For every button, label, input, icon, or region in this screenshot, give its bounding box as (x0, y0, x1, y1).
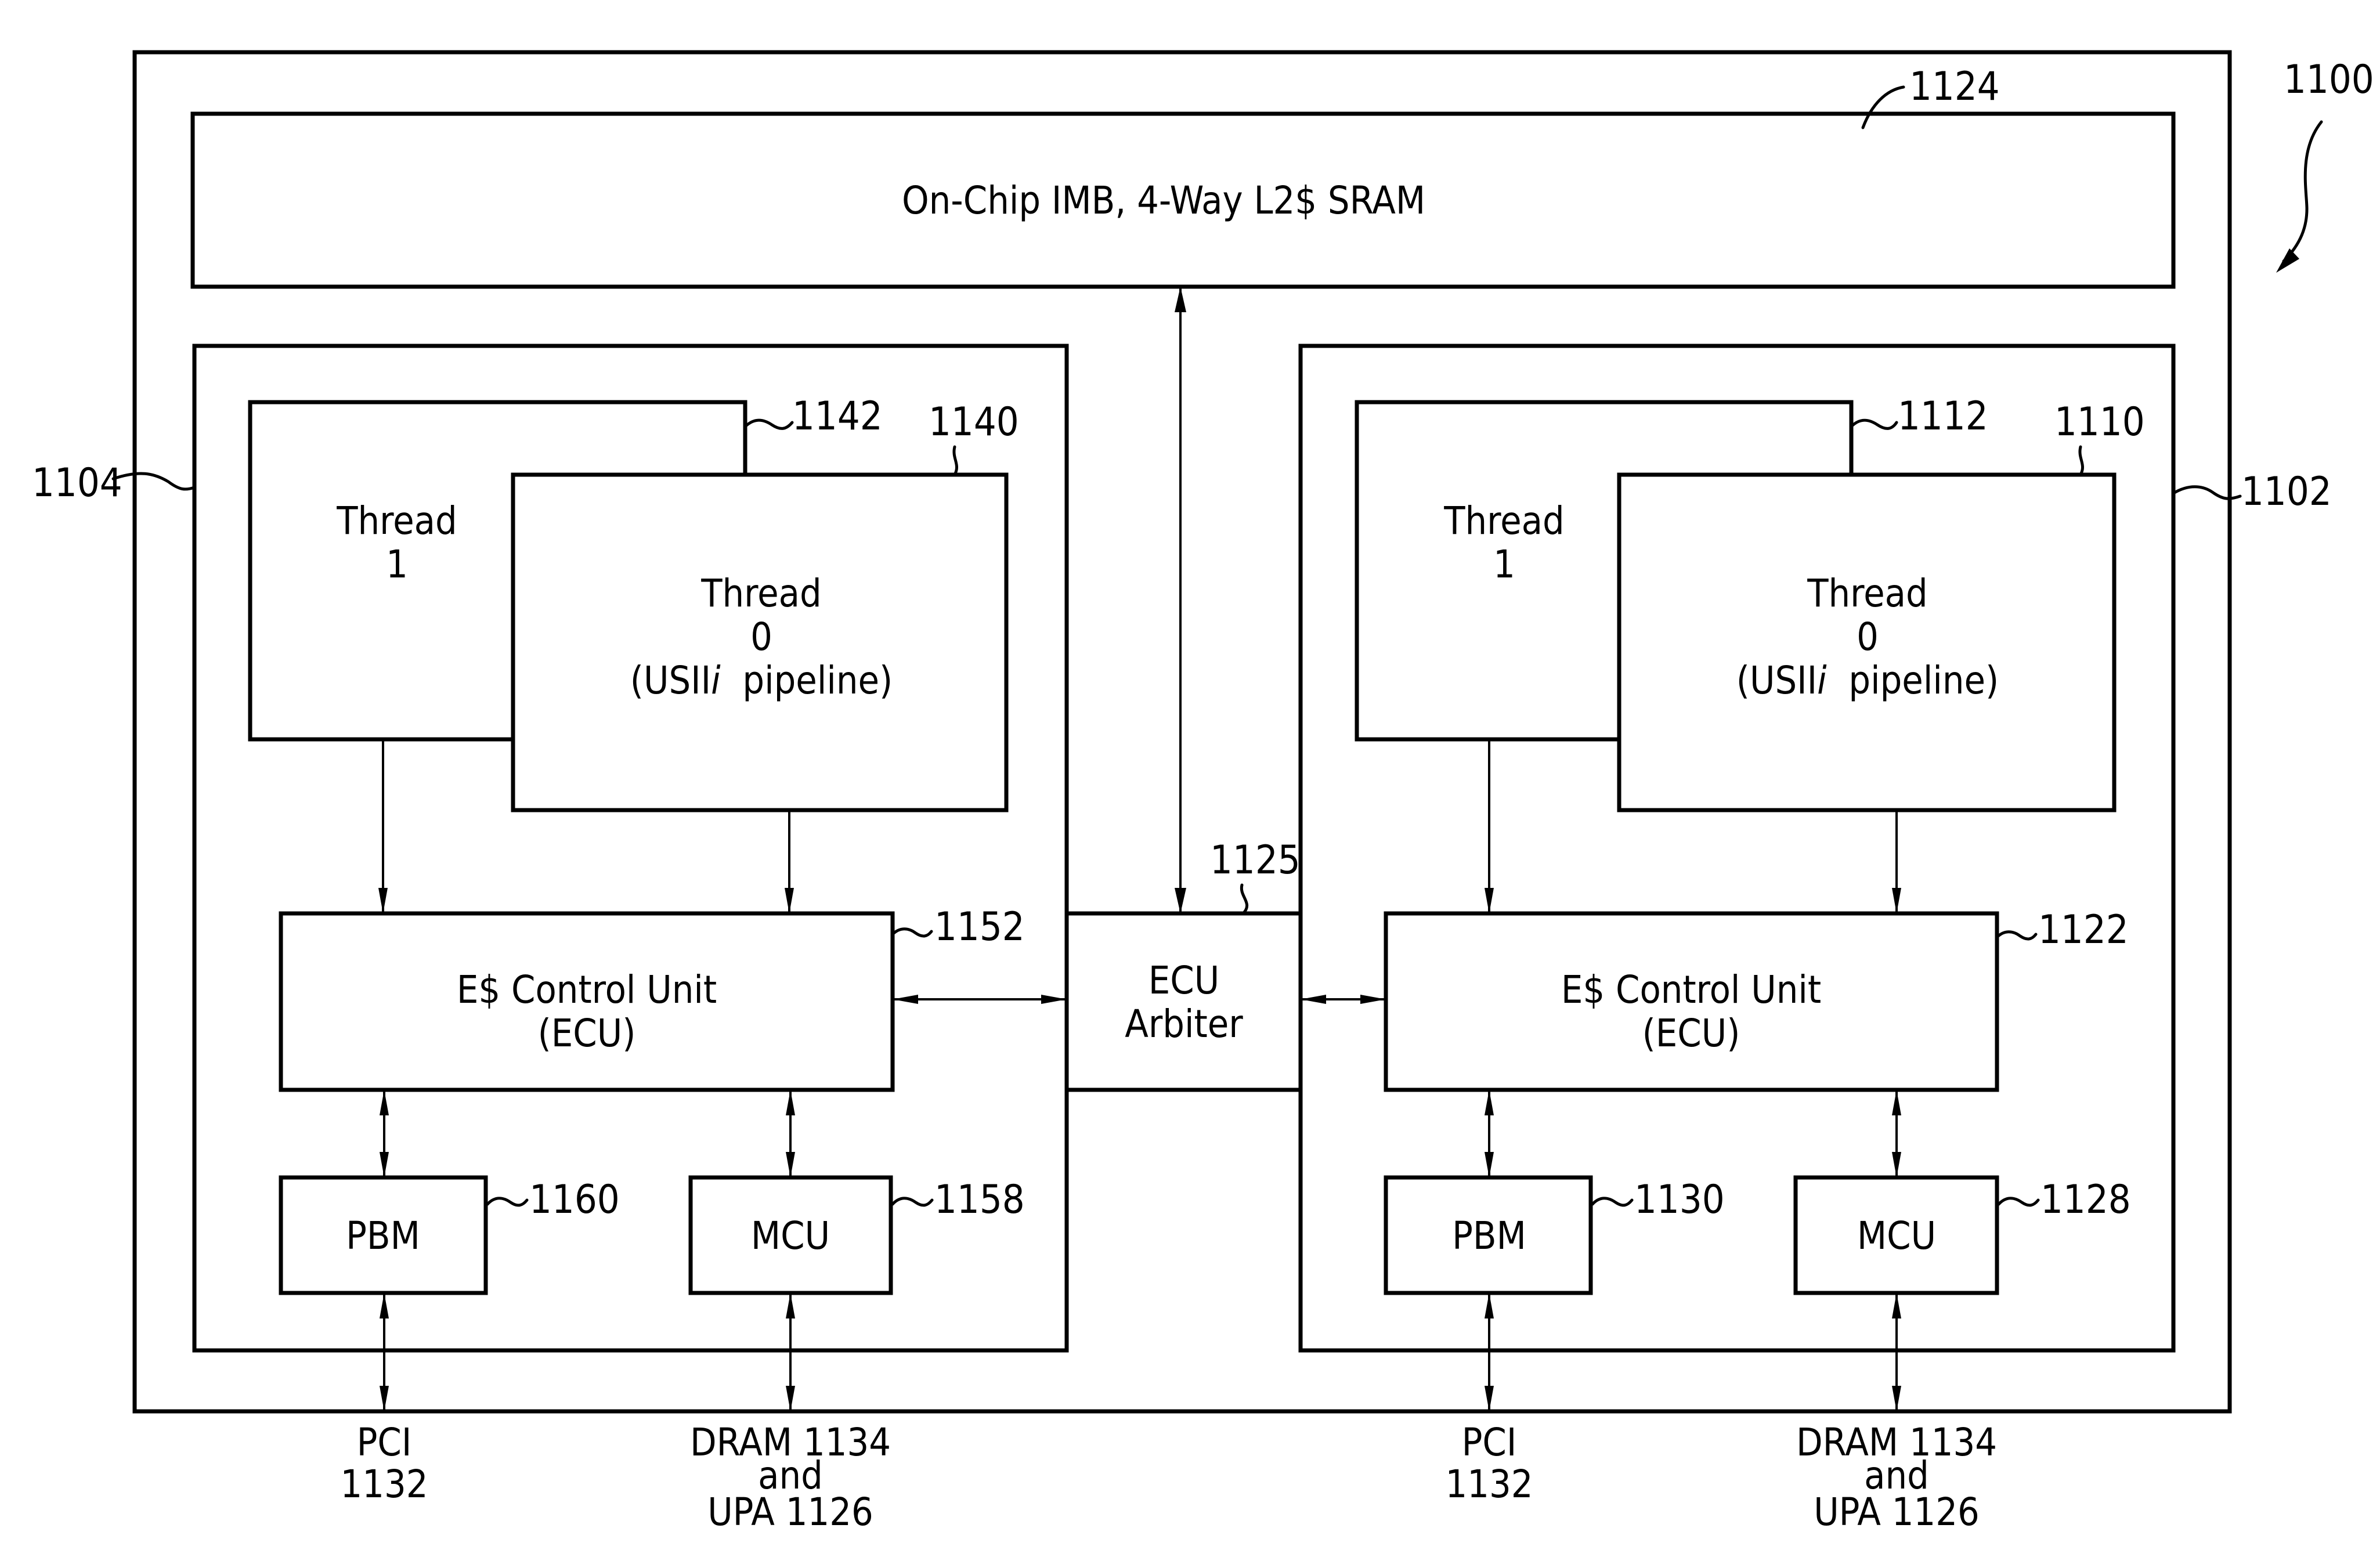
left-thread0-label: Thread (700, 571, 821, 616)
right-thread1-number: 1 (1493, 542, 1515, 587)
right-mcu-label: MCU (1857, 1213, 1936, 1258)
right-ecu-abbrev: (ECU) (1642, 1011, 1740, 1056)
left-pbm-ref: 1160 (529, 1177, 620, 1223)
l2-cache-label: On-Chip IMB, 4-Way L2$ SRAM (902, 178, 1425, 223)
right-thread0-pipeline: (USIIi pipeline) (1736, 658, 1999, 703)
left-thread0-pipeline: (USIIi pipeline) (630, 658, 893, 703)
left-mcu-ref: 1158 (934, 1177, 1025, 1223)
left-thread0-number: 0 (750, 615, 772, 659)
ecu-arbiter-ref: 1125 (1210, 837, 1301, 883)
left-mcu-label: MCU (751, 1213, 830, 1258)
right-pci-label: PCI (1462, 1420, 1517, 1465)
right-thread1-ref: 1112 (1898, 393, 1988, 439)
right-ecu-ref: 1122 (2038, 907, 2129, 953)
right-pbm-ref: 1130 (1634, 1177, 1725, 1223)
left-pci-ref: 1132 (340, 1462, 428, 1507)
right-thread0-ref: 1110 (2054, 399, 2145, 445)
figure-ref-label: 1100 (2284, 57, 2374, 103)
ecu-arbiter-label-line2: Arbiter (1125, 1002, 1243, 1046)
left-ecu-ref: 1152 (934, 904, 1025, 950)
left-upa-label: UPA 1126 (707, 1490, 873, 1534)
left-thread1-ref: 1142 (792, 393, 883, 439)
left-thread1-number: 1 (386, 542, 408, 587)
right-pci-ref: 1132 (1445, 1462, 1533, 1507)
left-pbm-label: PBM (346, 1213, 420, 1258)
l2-cache-ref: 1124 (1909, 64, 2000, 110)
left-ecu-label: E$ Control Unit (457, 967, 717, 1012)
ecu-arbiter-label-line1: ECU (1149, 958, 1219, 1003)
right-pbm-label: PBM (1452, 1213, 1526, 1258)
figure-ref-leader (2282, 120, 2323, 263)
processor-block-diagram: 1100 On-Chip IMB, 4-Way L2$ SRAM 1124 11… (0, 0, 2380, 1557)
right-thread0-label: Thread (1807, 571, 1927, 616)
right-core-ref: 1102 (2241, 469, 2332, 515)
right-mcu-ref: 1128 (2040, 1177, 2131, 1223)
left-core-ref: 1104 (32, 460, 122, 506)
left-thread0-ref: 1140 (929, 399, 1019, 445)
left-thread1-label: Thread (336, 498, 457, 543)
left-pci-label: PCI (357, 1420, 412, 1465)
figure-ref-arrowhead (2276, 248, 2299, 273)
right-thread0-number: 0 (1857, 615, 1879, 659)
right-ecu-label: E$ Control Unit (1561, 967, 1821, 1012)
right-thread1-label: Thread (1443, 498, 1564, 543)
right-upa-label: UPA 1126 (1814, 1490, 1980, 1534)
left-ecu-abbrev: (ECU) (538, 1011, 636, 1056)
